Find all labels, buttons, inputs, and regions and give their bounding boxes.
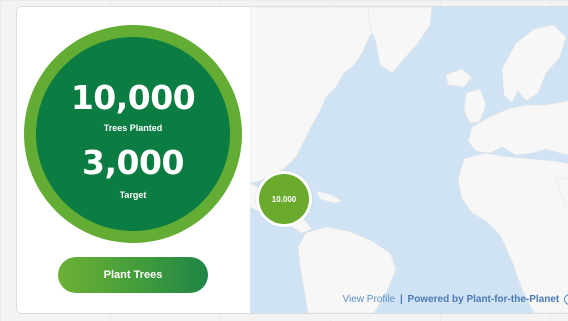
scandinavia-landmass (501, 24, 567, 104)
tree-cluster-marker[interactable]: 10.000 (256, 171, 312, 227)
powered-by-link[interactable]: Powered by Plant-for-the-Planet (408, 294, 560, 305)
target-count: 3,000 (82, 143, 184, 182)
tree-counter-widget: 10,000 Trees Planted 3,000 Target Plant … (16, 6, 568, 314)
world-map[interactable]: 10.000 View Profile | Powered by Plant-f… (250, 7, 568, 313)
target-label: Target (119, 190, 147, 200)
stats-disc: 10,000 Trees Planted 3,000 Target (36, 37, 230, 231)
plant-trees-button[interactable]: Plant Trees (58, 257, 208, 293)
view-profile-link[interactable]: View Profile (343, 294, 396, 305)
attribution-separator: | (399, 294, 403, 305)
stats-panel: 10,000 Trees Planted 3,000 Target Plant … (17, 7, 250, 313)
planted-label: Trees Planted (103, 123, 163, 133)
caribbean-islands (315, 190, 343, 204)
iceland-landmass (445, 68, 473, 88)
cluster-count: 10.000 (259, 174, 309, 224)
progress-ring: 10,000 Trees Planted 3,000 Target (24, 25, 242, 243)
map-attribution: View Profile | Powered by Plant-for-the-… (343, 294, 568, 305)
map-land-shapes (250, 7, 568, 313)
british-isles-landmass (463, 88, 487, 124)
greenland-landmass (367, 7, 433, 74)
africa-landmass (457, 152, 568, 313)
planted-count: 10,000 (70, 78, 196, 117)
info-icon[interactable]: i (564, 294, 568, 305)
